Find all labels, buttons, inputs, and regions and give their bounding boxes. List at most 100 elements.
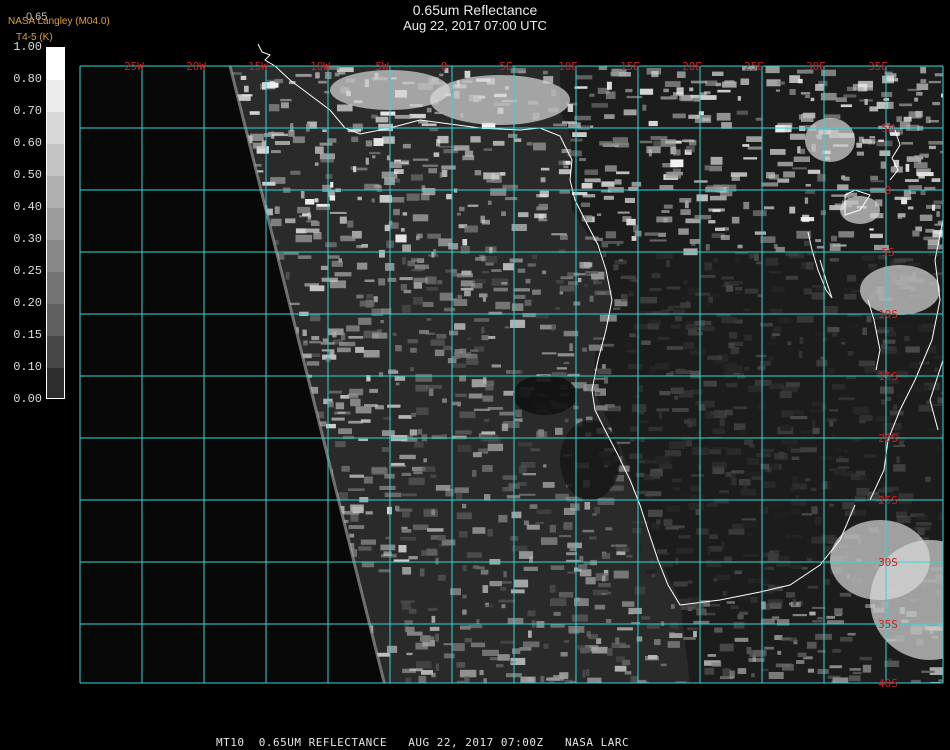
- cloud-speck: [644, 457, 662, 463]
- cloud-speck: [824, 579, 830, 585]
- cloud-speck: [716, 112, 731, 121]
- cloud-speck: [526, 142, 533, 146]
- cloud-speck: [341, 332, 346, 341]
- cloud-speck: [585, 271, 599, 274]
- cloud-speck: [553, 123, 568, 127]
- cloud-speck: [876, 101, 889, 109]
- cloud-speck: [413, 277, 428, 283]
- cloud-speck: [602, 553, 611, 559]
- cloud-speck: [574, 115, 591, 121]
- cloud-speck: [720, 235, 730, 240]
- cloud-speck: [683, 280, 688, 285]
- cloud-speck: [402, 512, 410, 518]
- cloud-speck: [803, 288, 812, 295]
- satellite-map: 25W 20W 15W 10W 5W 0 5E 10E 15E 20E 25E 30E 35E 5N 0 5S…: [79, 43, 944, 690]
- cloud-speck: [305, 199, 315, 205]
- cloud-speck: [605, 527, 613, 531]
- cloud-speck: [792, 534, 802, 538]
- cloud-speck: [601, 592, 607, 595]
- cloud-speck: [466, 358, 479, 365]
- cloud-speck: [752, 578, 769, 583]
- cloud-speck: [483, 148, 492, 151]
- cloud-speck: [613, 307, 621, 310]
- cloud-speck: [380, 111, 396, 116]
- cloud-speck: [375, 405, 384, 410]
- cloud-speck: [870, 233, 883, 239]
- cloud-speck: [503, 571, 507, 578]
- cloud-speck: [731, 470, 745, 474]
- cloud-speck: [453, 145, 470, 151]
- cloud-speck: [769, 271, 782, 274]
- cloud-speck: [332, 331, 337, 338]
- cloud-speck: [800, 92, 811, 95]
- cloud-speck: [715, 82, 722, 87]
- cloud-speck: [596, 213, 602, 216]
- cloud-speck: [418, 429, 423, 435]
- cloud-speck: [693, 631, 697, 638]
- lat-label: 40S: [878, 677, 898, 690]
- lat-label: 5S: [881, 246, 894, 259]
- cloud-speck: [881, 92, 893, 98]
- cloud-speck: [605, 619, 612, 623]
- cloud-speck: [917, 527, 925, 536]
- cloud-speck: [882, 339, 896, 344]
- cloud-speck: [421, 466, 436, 472]
- cloud-speck: [893, 404, 898, 410]
- cloud-speck: [815, 287, 823, 291]
- cloud-speck: [696, 608, 707, 616]
- cloud-speck: [356, 245, 363, 249]
- cloud-speck: [464, 150, 474, 157]
- cloud-speck: [673, 486, 680, 491]
- cloud-speck: [907, 88, 921, 91]
- cloud-speck: [364, 279, 375, 282]
- cloud-speck: [357, 196, 362, 201]
- cloud-speck: [559, 535, 572, 538]
- cloud-speck: [690, 389, 703, 395]
- cloud-speck: [406, 193, 420, 201]
- cloud-speck: [670, 324, 681, 329]
- cloud-speck: [431, 435, 442, 440]
- cloud-speck: [410, 347, 417, 353]
- cloud-speck: [706, 502, 718, 507]
- cloud-speck: [551, 324, 555, 331]
- cloud-speck: [365, 140, 373, 147]
- cloud-speck: [356, 262, 368, 270]
- cloud-speck: [601, 241, 609, 248]
- cloud-speck: [747, 532, 752, 536]
- cloud-speck: [737, 668, 747, 674]
- cloud-speck: [693, 97, 701, 102]
- cloud-speck: [501, 581, 512, 584]
- cloud-speck: [764, 566, 774, 570]
- cloud-speck: [761, 182, 779, 187]
- cloud-speck: [775, 89, 780, 92]
- cloud-speck: [754, 253, 759, 261]
- cloud-speck: [597, 368, 612, 375]
- cloud-speck: [882, 75, 894, 84]
- cloud-speck: [869, 228, 874, 231]
- cloud-speck: [413, 297, 424, 305]
- cloud-speck: [710, 411, 719, 416]
- cloud-speck: [444, 307, 456, 312]
- cloud-speck: [249, 111, 260, 115]
- cloud-speck: [908, 185, 922, 191]
- cloud-speck: [648, 426, 663, 432]
- cloud-speck: [933, 200, 943, 205]
- cloud-speck: [472, 279, 487, 284]
- cloud-speck: [395, 382, 400, 386]
- cloud-speck: [743, 308, 751, 311]
- cloud-speck: [558, 169, 571, 175]
- cloud-speck: [454, 349, 463, 354]
- cloud-speck: [936, 211, 940, 217]
- cloud-speck: [745, 471, 761, 477]
- cloud-speck: [270, 177, 286, 184]
- cloud-speck: [714, 627, 723, 633]
- cloud-speck: [827, 367, 835, 375]
- cloud-speck: [372, 332, 388, 339]
- cloud-speck: [472, 527, 486, 534]
- cloud-speck: [804, 478, 811, 482]
- cloud-speck: [881, 399, 886, 405]
- cloud-speck: [507, 617, 524, 625]
- cloud-speck: [429, 626, 440, 631]
- cloud-speck: [636, 545, 643, 552]
- cloud-speck: [792, 599, 797, 606]
